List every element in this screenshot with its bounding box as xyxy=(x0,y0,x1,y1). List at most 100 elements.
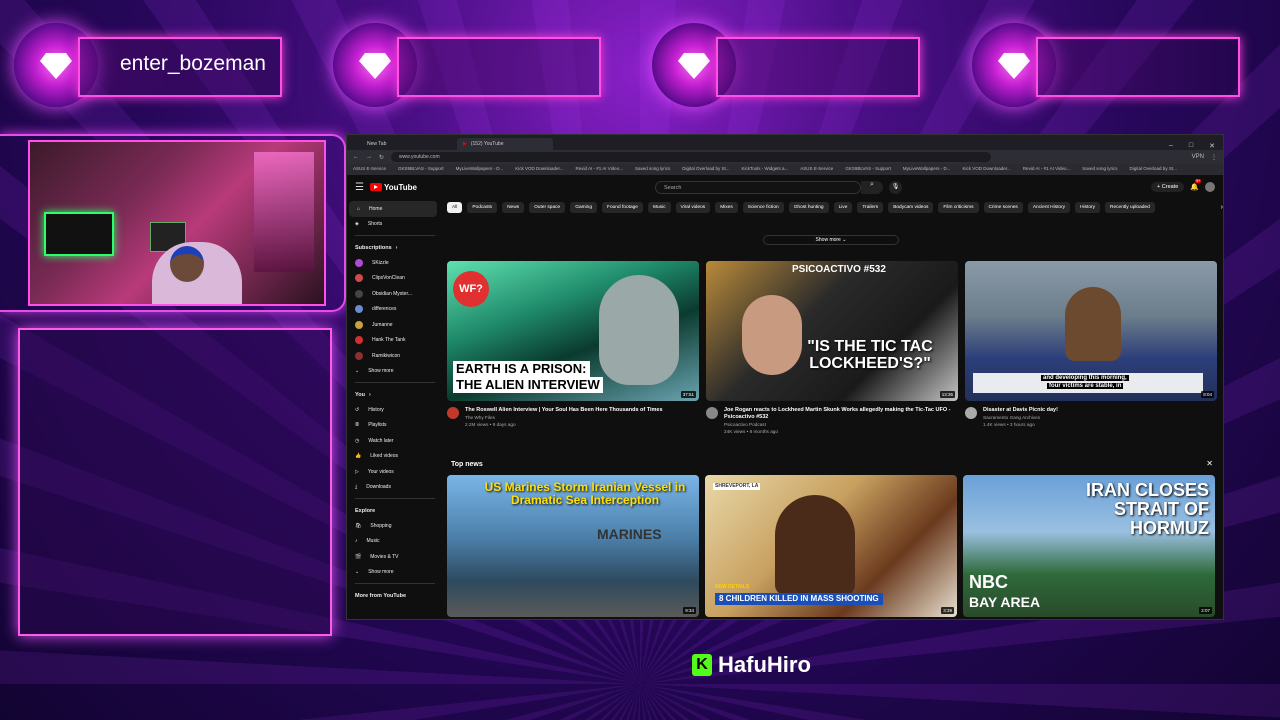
bookmark-item[interactable]: Digital Overload by St... xyxy=(682,166,729,173)
sidebar-item-playlists[interactable]: ≣ Playlists xyxy=(347,418,443,434)
filter-chip[interactable]: News xyxy=(502,201,525,213)
search-icon[interactable]: ⌕ xyxy=(861,180,883,194)
sidebar-item-subscription[interactable]: Obsidian Myster... xyxy=(347,286,443,302)
video-thumbnail[interactable]: and developing this morning, four victim… xyxy=(965,261,1217,401)
video-card[interactable]: WF? EARTH IS A PRISON: THE ALIEN INTERVI… xyxy=(447,261,699,435)
back-icon[interactable]: ← xyxy=(353,154,359,160)
filter-chip[interactable]: Science fiction xyxy=(742,201,784,213)
video-title[interactable]: Disaster at Davis Picnic day! xyxy=(983,407,1058,414)
sidebar-item-your-videos[interactable]: ▷ Your videos xyxy=(347,464,443,480)
video-title[interactable]: Joe Rogan reacts to Lockheed Martin Skun… xyxy=(724,407,958,421)
filter-chip[interactable]: History xyxy=(1075,201,1101,213)
filter-chip[interactable]: Podcasts xyxy=(467,201,498,213)
sidebar-item-music[interactable]: ♪ Music xyxy=(347,534,443,550)
subscriptions-list: SKizzle ClipsVonClean Obsidian Myster... di… xyxy=(347,255,443,364)
filter-chip[interactable]: Film criticisms xyxy=(938,201,979,213)
avatar[interactable] xyxy=(1205,182,1215,192)
channel-avatar[interactable] xyxy=(706,407,718,419)
news-thumbnail[interactable]: US Marines Storm Iranian Vessel in Drama… xyxy=(447,475,699,617)
filter-chip[interactable]: All xyxy=(447,201,463,213)
sidebar-item-subscription[interactable]: Ramikiwicon xyxy=(347,348,443,364)
channel-name[interactable]: Psicoactivo Podcast xyxy=(724,421,958,428)
filter-chip[interactable]: Recently uploaded xyxy=(1105,201,1155,213)
show-more-button[interactable]: Show more ⌄ xyxy=(763,235,899,245)
forward-icon[interactable]: → xyxy=(366,154,372,160)
tab-new[interactable]: New Tab xyxy=(361,138,457,150)
viewer-badge-4 xyxy=(972,23,1240,107)
sidebar-item-subscription[interactable]: Hank The Tank xyxy=(347,333,443,349)
bookmark-item[interactable]: ASUS E-Service xyxy=(353,166,386,173)
tab-youtube[interactable]: ▶ (152) YouTube xyxy=(457,138,553,150)
show-more-subs[interactable]: ⌄ Show more xyxy=(347,364,443,380)
filter-chip[interactable]: Trailers xyxy=(857,201,884,213)
filter-chip[interactable]: Music xyxy=(647,201,671,213)
video-card[interactable]: PSICOACTIVO #532 "IS THE TIC TAC LOCKHEE… xyxy=(706,261,958,435)
channel-avatar[interactable] xyxy=(965,407,977,419)
search-input[interactable]: Search xyxy=(655,180,861,194)
video-title[interactable]: The Roswell Alien Interview | Your Soul … xyxy=(465,407,663,414)
video-meta: The Roswell Alien Interview | Your Soul … xyxy=(447,401,699,428)
filter-chip[interactable]: Crime scenes xyxy=(983,201,1023,213)
bookmark-item[interactable]: MyLiveWallpapers - D... xyxy=(903,166,951,173)
sidebar-item-subscription[interactable]: ClipsVonClean xyxy=(347,271,443,287)
url-input[interactable]: www.youtube.com xyxy=(391,152,992,162)
filter-chip[interactable]: Ghost hunting xyxy=(788,201,829,213)
bookmark-item[interactable]: GKS9BLVAS - Support xyxy=(398,166,444,173)
hamburger-icon[interactable]: ☰ xyxy=(355,182,364,193)
vpn-badge[interactable]: VPN xyxy=(1192,154,1204,160)
menu-icon[interactable]: ⋮ xyxy=(1211,154,1217,161)
sidebar-item-history[interactable]: ↺ History xyxy=(347,402,443,418)
filter-chip[interactable]: Live xyxy=(833,201,853,213)
bookmark-item[interactable]: Revid AI - #1 AI Video... xyxy=(1023,166,1070,173)
channel-avatar[interactable] xyxy=(447,407,459,419)
minimize-icon[interactable]: – xyxy=(1169,142,1173,150)
sidebar-item-shorts[interactable]: ◈ Shorts xyxy=(347,217,443,233)
bookmark-item[interactable]: Digital Overload by St... xyxy=(1130,166,1177,173)
bookmark-item[interactable]: GKS9BLVAS - Support xyxy=(845,166,891,173)
reload-icon[interactable]: ↻ xyxy=(379,154,384,161)
video-card[interactable]: and developing this morning, four victim… xyxy=(965,261,1217,435)
filter-chip[interactable]: Ancient History xyxy=(1027,201,1071,213)
sidebar-item-subscription[interactable]: SKizzle xyxy=(347,255,443,271)
bookmark-item[interactable]: KickTools - Widgets a... xyxy=(742,166,789,173)
bookmark-item[interactable]: Revid AI - #1 AI Video... xyxy=(576,166,623,173)
bookmark-item[interactable]: ASUS E-Service xyxy=(800,166,833,173)
sidebar-item-shopping[interactable]: 🛍 Shopping xyxy=(347,518,443,534)
video-thumbnail[interactable]: PSICOACTIVO #532 "IS THE TIC TAC LOCKHEE… xyxy=(706,261,958,401)
you-header[interactable]: You › xyxy=(347,386,443,402)
close-icon[interactable]: ✕ xyxy=(1209,142,1215,150)
sidebar-item-movies-tv[interactable]: 🎬 Movies & TV xyxy=(347,549,443,565)
filter-chip[interactable]: Mixes xyxy=(715,201,738,213)
sidebar-item-liked-videos[interactable]: 👍 Liked videos xyxy=(347,449,443,465)
sidebar-item-label: Obsidian Myster... xyxy=(372,290,413,297)
youtube-logo[interactable]: YouTube xyxy=(369,183,417,192)
subscriptions-header[interactable]: Subscriptions › xyxy=(347,239,443,255)
news-thumbnail[interactable]: IRAN CLOSES STRAIT OF HORMUZ NBC BAY ARE… xyxy=(963,475,1215,617)
channel-name[interactable]: The Why Files xyxy=(465,414,663,421)
filter-chip[interactable]: Bodycam videos xyxy=(888,201,934,213)
channel-name[interactable]: Sacramento Gang Archives xyxy=(983,414,1058,421)
video-thumbnail[interactable]: WF? EARTH IS A PRISON: THE ALIEN INTERVI… xyxy=(447,261,699,401)
chevron-right-icon[interactable]: › xyxy=(1221,204,1223,211)
sidebar-item-home[interactable]: ⌂ Home xyxy=(349,201,437,217)
create-button[interactable]: + Create xyxy=(1151,182,1185,192)
show-more-explore[interactable]: ⌄ Show more xyxy=(347,565,443,581)
bookmark-item[interactable]: Kick VOD Downloader... xyxy=(963,166,1011,173)
bookmark-item[interactable]: Kick VOD Downloader... xyxy=(515,166,563,173)
sidebar-item-subscription[interactable]: differences xyxy=(347,302,443,318)
maximize-icon[interactable]: □ xyxy=(1189,142,1193,150)
sidebar-item-subscription[interactable]: Jumanne xyxy=(347,317,443,333)
sidebar-item-watch-later[interactable]: ◷ Watch later xyxy=(347,433,443,449)
sidebar-item-downloads[interactable]: ⤓ Downloads xyxy=(347,480,443,496)
mic-icon[interactable]: 🎙 xyxy=(889,180,902,194)
bookmark-item[interactable]: Saved song lyrics xyxy=(1082,166,1117,173)
filter-chip[interactable]: Gaming xyxy=(570,201,598,213)
filter-chip[interactable]: Viral videos xyxy=(675,201,711,213)
bookmark-item[interactable]: Saved song lyrics xyxy=(635,166,670,173)
news-thumbnail[interactable]: SHREVEPORT, LA NEW DETAILS 8 CHILDREN KI… xyxy=(705,475,957,617)
bell-icon[interactable]: 🔔 9+ xyxy=(1190,179,1202,191)
bookmark-item[interactable]: MyLiveWallpapers - D... xyxy=(456,166,504,173)
filter-chip[interactable]: Outer space xyxy=(529,201,566,213)
close-icon[interactable]: ✕ xyxy=(1206,459,1213,468)
filter-chip[interactable]: Found footage xyxy=(602,201,643,213)
